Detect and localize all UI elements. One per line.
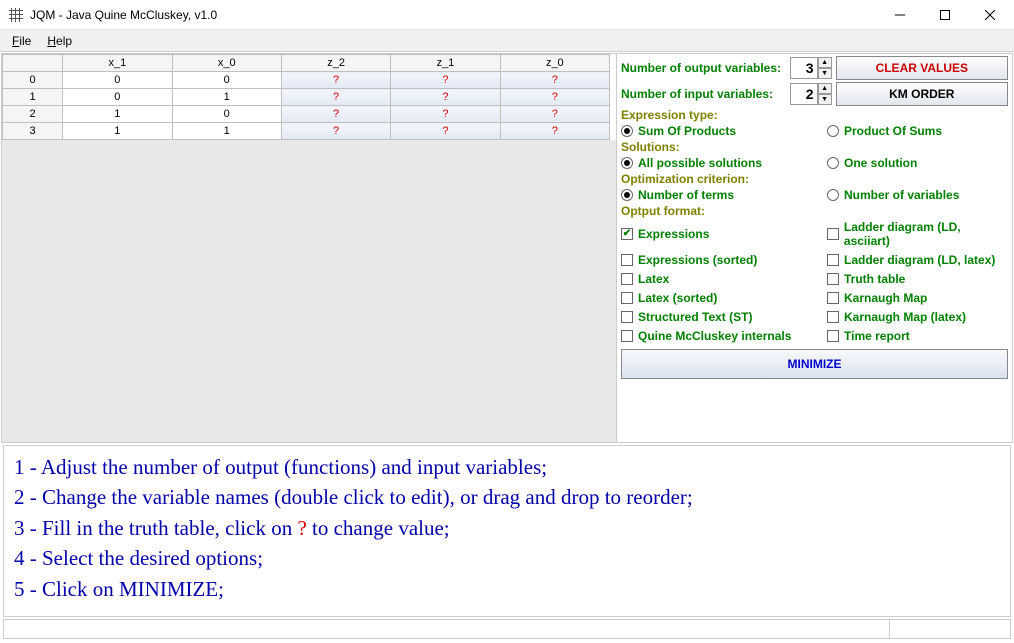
check-karnaugh-map-latex[interactable]: Karnaugh Map (latex) [827, 310, 1008, 324]
table-cell[interactable]: 1 [172, 89, 281, 106]
table-cell[interactable]: ? [500, 72, 609, 89]
check-ladder-ascii[interactable]: Ladder diagram (LD, asciiart) [827, 220, 1008, 248]
main-panel: x_1x_0z_2z_1z_0 000???101???210???311???… [1, 53, 1013, 443]
column-header[interactable] [3, 55, 63, 72]
row-header: 1 [3, 89, 63, 106]
menu-file[interactable]: File [4, 32, 39, 50]
row-header: 0 [3, 72, 63, 89]
input-vars-label: Number of input variables: [621, 87, 786, 101]
table-cell[interactable]: ? [391, 89, 500, 106]
table-cell[interactable]: ? [281, 89, 390, 106]
menubar: File Help [0, 30, 1014, 52]
radio-all-solutions[interactable]: All possible solutions [621, 156, 821, 170]
input-vars-spinner[interactable]: ▲▼ [790, 83, 832, 105]
instruction-line: 5 - Click on MINIMIZE; [14, 574, 1000, 604]
solutions-label: Solutions: [621, 140, 1008, 154]
check-latex[interactable]: Latex [621, 272, 821, 286]
check-structured-text[interactable]: Structured Text (ST) [621, 310, 821, 324]
titlebar: JQM - Java Quine McCluskey, v1.0 [0, 0, 1014, 30]
menu-help[interactable]: Help [39, 32, 80, 50]
table-cell[interactable]: ? [281, 106, 390, 123]
table-cell[interactable]: ? [500, 106, 609, 123]
radio-number-of-terms[interactable]: Number of terms [621, 188, 821, 202]
minimize-window-button[interactable] [877, 0, 922, 29]
check-karnaugh-map[interactable]: Karnaugh Map [827, 291, 1008, 305]
output-vars-spinner[interactable]: ▲▼ [790, 57, 832, 79]
expression-type-label: Expression type: [621, 108, 1008, 122]
output-format-label: Optput format: [621, 204, 1008, 218]
output-vars-label: Number of output variables: [621, 61, 786, 75]
radio-sum-of-products[interactable]: Sum Of Products [621, 124, 821, 138]
table-cell[interactable]: 0 [172, 106, 281, 123]
status-bar [3, 619, 1011, 639]
table-cell[interactable]: 1 [172, 123, 281, 140]
table-cell[interactable]: ? [391, 106, 500, 123]
table-cell[interactable]: ? [500, 89, 609, 106]
options-panel: Number of output variables: ▲▼ CLEAR VAL… [616, 54, 1012, 442]
radio-product-of-sums[interactable]: Product Of Sums [827, 124, 1008, 138]
column-header[interactable]: x_0 [172, 55, 281, 72]
status-section [4, 620, 890, 638]
input-vars-input[interactable] [790, 83, 818, 105]
table-cell[interactable]: 0 [172, 72, 281, 89]
table-cell[interactable]: ? [281, 72, 390, 89]
check-ladder-latex[interactable]: Ladder diagram (LD, latex) [827, 253, 1008, 267]
km-order-button[interactable]: KM ORDER [836, 82, 1008, 106]
check-latex-sorted[interactable]: Latex (sorted) [621, 291, 821, 305]
check-expressions-sorted[interactable]: Expressions (sorted) [621, 253, 821, 267]
table-cell[interactable]: ? [391, 123, 500, 140]
radio-number-of-variables[interactable]: Number of variables [827, 188, 1008, 202]
row-header: 2 [3, 106, 63, 123]
instruction-line: 2 - Change the variable names (double cl… [14, 482, 1000, 512]
clear-values-button[interactable]: CLEAR VALUES [836, 56, 1008, 80]
instruction-line: 3 - Fill in the truth table, click on ? … [14, 513, 1000, 543]
instruction-line: 4 - Select the desired options; [14, 543, 1000, 573]
check-truth-table[interactable]: Truth table [827, 272, 1008, 286]
table-cell[interactable]: 1 [63, 106, 172, 123]
column-header[interactable]: z_1 [391, 55, 500, 72]
minimize-button[interactable]: MINIMIZE [621, 349, 1008, 379]
check-qm-internals[interactable]: Quine McCluskey internals [621, 329, 821, 343]
spinner-up-icon[interactable]: ▲ [818, 57, 832, 68]
table-cell[interactable]: ? [281, 123, 390, 140]
table-cell[interactable]: ? [391, 72, 500, 89]
app-icon [8, 7, 24, 23]
optimization-criterion-label: Optimization criterion: [621, 172, 1008, 186]
row-header: 3 [3, 123, 63, 140]
radio-one-solution[interactable]: One solution [827, 156, 1008, 170]
table-cell[interactable]: 0 [63, 89, 172, 106]
instructions-pane: 1 - Adjust the number of output (functio… [3, 445, 1011, 617]
table-cell[interactable]: 0 [63, 72, 172, 89]
table-row: 000??? [3, 72, 610, 89]
close-window-button[interactable] [967, 0, 1012, 29]
truth-table-panel: x_1x_0z_2z_1z_0 000???101???210???311??? [2, 54, 616, 442]
column-header[interactable]: z_2 [281, 55, 390, 72]
maximize-window-button[interactable] [922, 0, 967, 29]
table-cell[interactable]: ? [500, 123, 609, 140]
window-controls [877, 0, 1012, 29]
output-vars-input[interactable] [790, 57, 818, 79]
table-row: 101??? [3, 89, 610, 106]
truth-table[interactable]: x_1x_0z_2z_1z_0 000???101???210???311??? [2, 54, 610, 140]
spinner-up-icon[interactable]: ▲ [818, 83, 832, 94]
column-header[interactable]: x_1 [63, 55, 172, 72]
status-section [890, 620, 1010, 638]
spinner-down-icon[interactable]: ▼ [818, 68, 832, 79]
column-header[interactable]: z_0 [500, 55, 609, 72]
spinner-down-icon[interactable]: ▼ [818, 94, 832, 105]
check-expressions[interactable]: ✔Expressions [621, 220, 821, 248]
table-cell[interactable]: 1 [63, 123, 172, 140]
table-row: 210??? [3, 106, 610, 123]
table-row: 311??? [3, 123, 610, 140]
check-time-report[interactable]: Time report [827, 329, 1008, 343]
window-title: JQM - Java Quine McCluskey, v1.0 [30, 8, 877, 22]
instruction-line: 1 - Adjust the number of output (functio… [14, 452, 1000, 482]
